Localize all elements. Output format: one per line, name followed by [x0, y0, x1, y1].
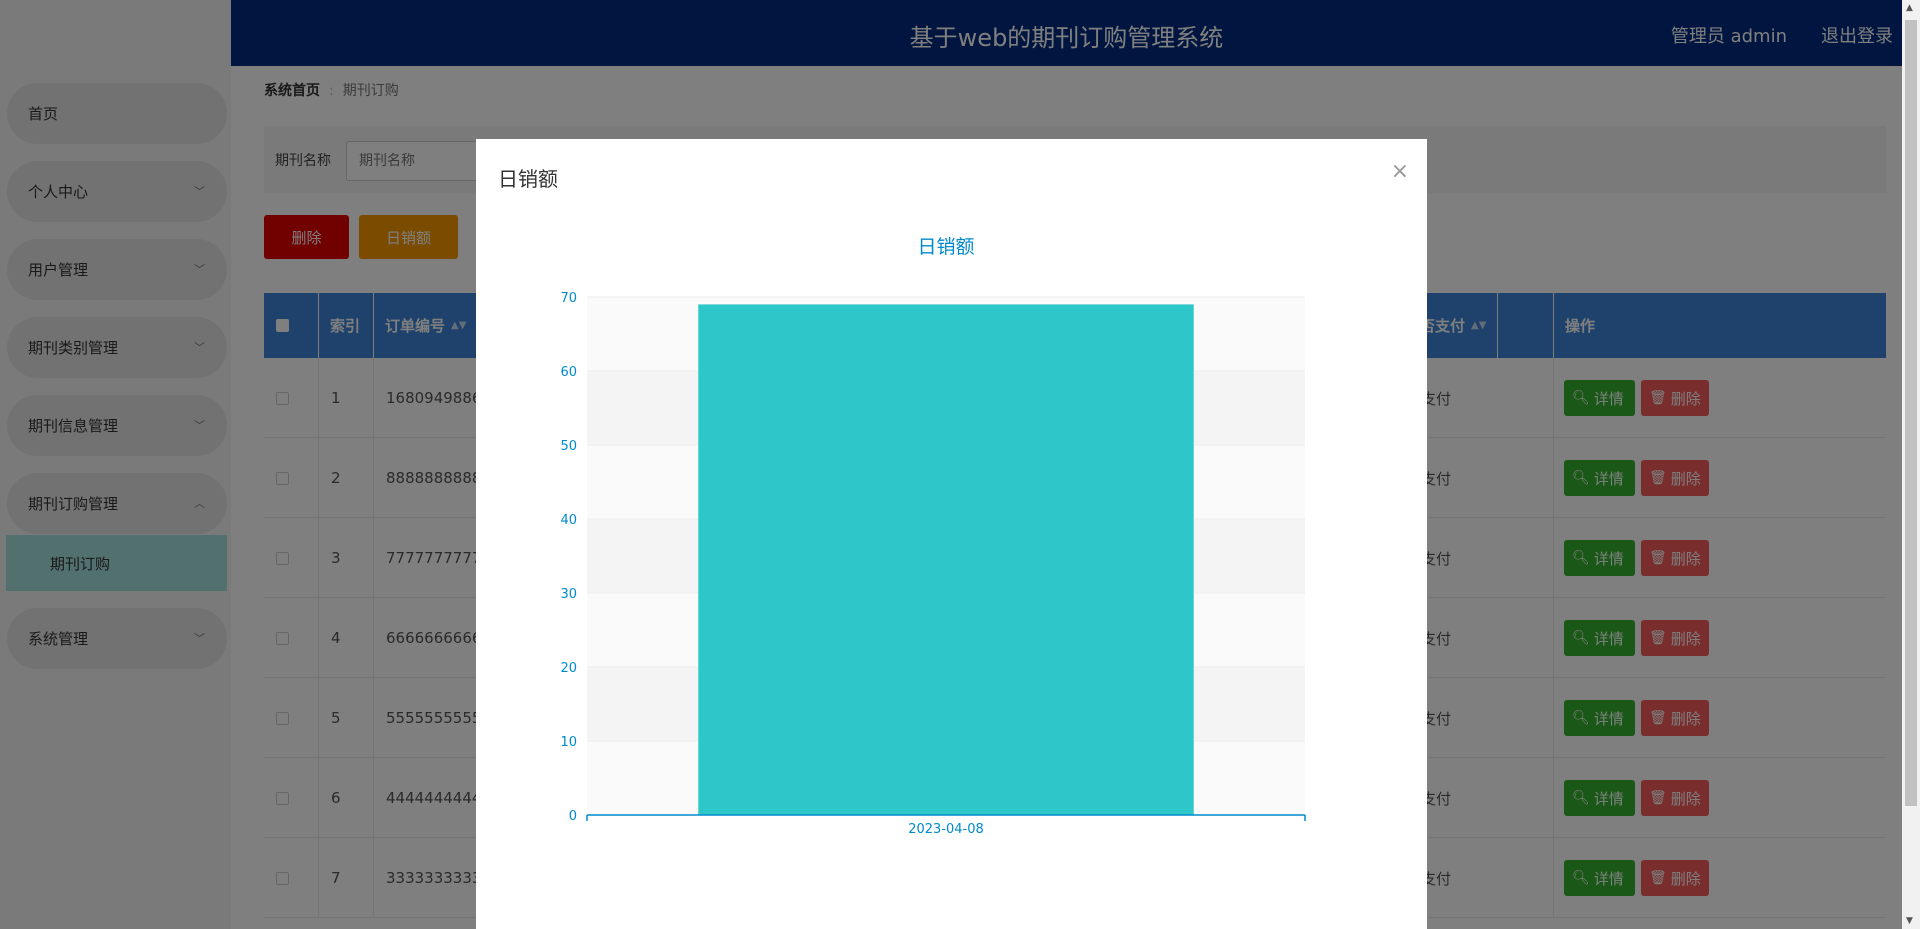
y-tick-label: 60: [560, 365, 577, 380]
scrollbar-thumb[interactable]: [1905, 20, 1917, 806]
y-tick-label: 20: [560, 661, 577, 676]
y-tick-label: 30: [560, 587, 577, 602]
chart-title: 日销额: [917, 236, 974, 258]
scroll-down-icon[interactable]: ▼: [1906, 916, 1913, 926]
y-tick-label: 40: [560, 513, 577, 528]
scroll-up-icon[interactable]: ▲: [1906, 3, 1913, 13]
page-scrollbar[interactable]: ▲ ▼: [1902, 0, 1920, 929]
daily-sales-chart: 日销额 0 10 20 30 40 50 60 70 2023-04-08: [560, 236, 1306, 837]
daily-sales-modal: 日销额 × 日销额 0 10 20 30 40 50 60 70 2023-04-08: [476, 139, 1427, 929]
y-tick-label: 10: [560, 735, 577, 750]
y-tick-label: 50: [560, 439, 577, 454]
y-tick-label: 70: [560, 291, 577, 306]
x-tick-label: 2023-04-08: [908, 822, 984, 837]
chart-bar: [698, 304, 1194, 815]
y-tick-label: 0: [569, 809, 577, 824]
